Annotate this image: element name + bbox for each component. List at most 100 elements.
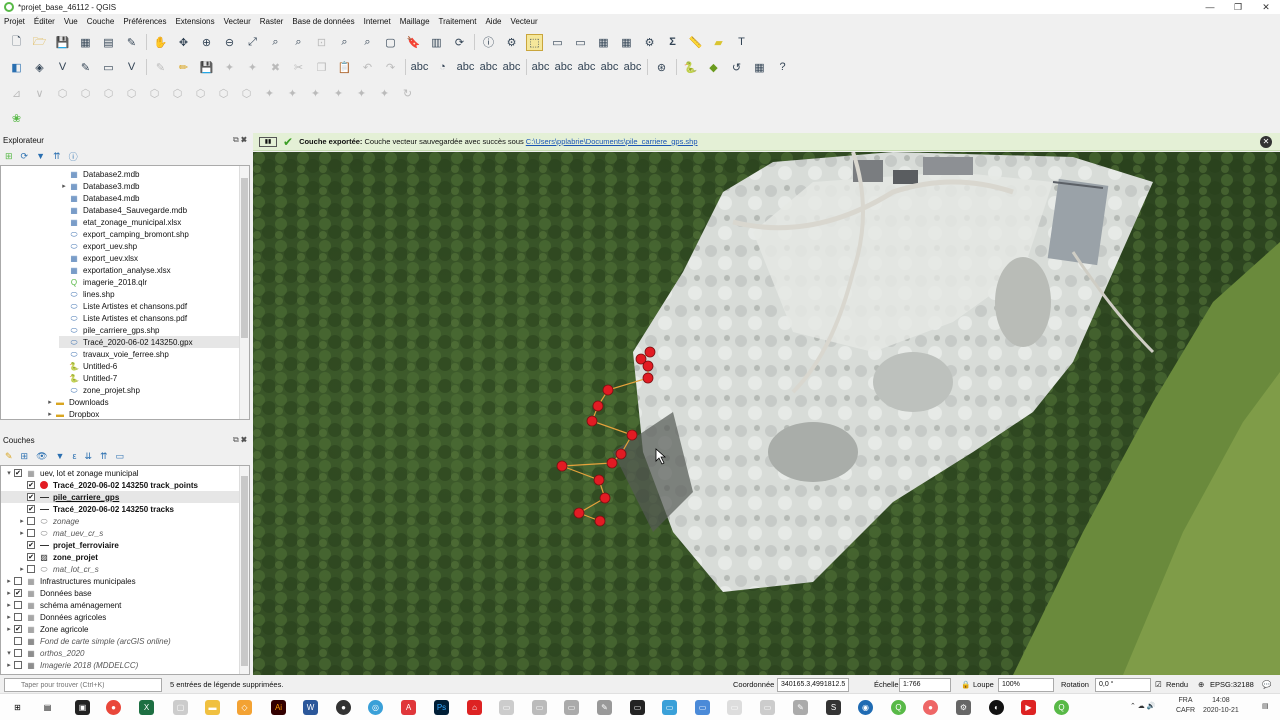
menu-vue[interactable]: Vue xyxy=(64,17,78,26)
label-icon[interactable]: abc xyxy=(411,59,429,76)
track-point[interactable] xyxy=(573,507,585,519)
taskbar-app-4-icon[interactable]: ▢ xyxy=(173,700,188,715)
new-shapefile-icon[interactable]: V xyxy=(54,59,71,76)
layer-visibility-checkbox[interactable] xyxy=(27,529,35,537)
zoom-next-icon[interactable]: ⌕ xyxy=(359,34,376,51)
run-action-icon[interactable]: ⚙ xyxy=(503,34,520,51)
taskbar-app-25-icon[interactable]: ◉ xyxy=(858,700,873,715)
style-layer-icon[interactable]: ✎ xyxy=(5,451,13,462)
digitize-icon-15[interactable]: ✦ xyxy=(330,85,347,102)
filter-browser-icon[interactable]: ▼ xyxy=(36,151,45,161)
digitize-icon-7[interactable]: ⬡ xyxy=(146,85,163,102)
layer-visibility-checkbox[interactable] xyxy=(27,565,35,573)
statistics-icon[interactable]: Σ xyxy=(664,34,681,51)
notification-icon[interactable]: ▤ xyxy=(1262,702,1269,712)
expand-arrow-icon[interactable]: ▸ xyxy=(4,601,14,609)
message-link[interactable]: C:\Users\pplabrie\Documents\pile_carrier… xyxy=(526,137,698,146)
digitize-icon-17[interactable]: ✦ xyxy=(376,85,393,102)
close-window-button[interactable]: ✕ xyxy=(1252,0,1280,14)
layout-manager-icon[interactable]: ▤ xyxy=(100,34,117,51)
redo-icon[interactable]: ↷ xyxy=(382,59,399,76)
menu-editer[interactable]: Éditer xyxy=(34,17,55,26)
task-view-icon[interactable]: ▤ xyxy=(40,700,55,715)
digitize-icon-10[interactable]: ⬡ xyxy=(215,85,232,102)
browser-item[interactable]: ▸ ▦ Database3.mdb xyxy=(59,180,249,192)
render-checkbox[interactable]: ☑ xyxy=(1155,680,1162,689)
label-option2-icon[interactable]: abc xyxy=(624,59,642,76)
tray-icons[interactable]: ⌃ ☁ 🔊 xyxy=(1130,702,1155,712)
track-point[interactable] xyxy=(606,457,618,469)
expand-arrow-icon[interactable]: ▸ xyxy=(17,565,27,573)
layer-item[interactable]: ▾ ✔ ▦ uev, lot et zonage municipal xyxy=(1,467,249,479)
menu-raster[interactable]: Raster xyxy=(260,17,284,26)
expand-arrow-icon[interactable]: ▸ xyxy=(4,625,14,633)
menu-base-de-donnees[interactable]: Base de données xyxy=(292,17,354,26)
keyboard-language[interactable]: FRA CAFR xyxy=(1176,696,1195,716)
new-map-view-icon[interactable]: ▢ xyxy=(382,34,399,51)
menu-preferences[interactable]: Préférences xyxy=(123,17,166,26)
browser-item[interactable]: ⬭ travaux_voie_ferree.shp xyxy=(59,348,249,360)
new-layout-icon[interactable]: ▦ xyxy=(77,34,94,51)
taskbar-app-6-icon[interactable]: ◇ xyxy=(237,700,252,715)
layer-visibility-checkbox[interactable] xyxy=(14,613,22,621)
diagram-icon[interactable]: ◔ xyxy=(434,59,451,76)
browser-item[interactable]: ▦ exportation_analyse.xlsx xyxy=(59,264,249,276)
track-point[interactable] xyxy=(602,384,614,396)
layer-visibility-checkbox[interactable] xyxy=(14,601,22,609)
layer-visibility-checkbox[interactable]: ✔ xyxy=(27,553,35,561)
metasearch-icon[interactable]: ▦ xyxy=(751,59,768,76)
select-features-icon[interactable]: ⬚ xyxy=(526,33,543,51)
taskbar-app-21-icon[interactable]: ▭ xyxy=(727,700,742,715)
save-project-icon[interactable]: 💾 xyxy=(54,34,71,51)
pan-to-selection-icon[interactable]: ✥ xyxy=(175,34,192,51)
collapse-all-layers-icon[interactable]: ⇈ xyxy=(100,451,108,462)
track-point[interactable] xyxy=(599,492,611,504)
digitize-icon-18[interactable]: ↻ xyxy=(399,85,416,102)
gps-icon[interactable]: ⊛ xyxy=(653,59,670,76)
data-source-manager-icon[interactable]: ◧ xyxy=(8,59,25,76)
field-calculator-icon[interactable]: ▦ xyxy=(618,34,635,51)
layer-visibility-checkbox[interactable]: ✔ xyxy=(14,589,22,597)
pin-label-icon[interactable]: abc xyxy=(457,59,475,76)
excel-icon[interactable]: X xyxy=(139,700,154,715)
layer-visibility-checkbox[interactable]: ✔ xyxy=(14,469,22,477)
layer-item[interactable]: ▸ ⬭ mat_uev_cr_s xyxy=(1,527,249,539)
browser-item[interactable]: ▦ Database4.mdb xyxy=(59,192,249,204)
track-point[interactable] xyxy=(642,372,654,384)
digitize-icon-8[interactable]: ⬡ xyxy=(169,85,186,102)
layer-visibility-checkbox[interactable]: ✔ xyxy=(27,505,35,513)
zoom-in-icon[interactable]: ⊕ xyxy=(198,34,215,51)
browser-tree[interactable]: ▦ Database2.mdb ▸ ▦ Database3.mdb ▦ Database4.… xyxy=(0,165,250,420)
track-point[interactable] xyxy=(592,400,604,412)
layer-visibility-checkbox[interactable] xyxy=(14,577,22,585)
taskbar-app-14-icon[interactable]: ▭ xyxy=(499,700,514,715)
layers-panel-buttons[interactable]: ⧉ ✖ xyxy=(233,435,247,445)
rotate-label-icon[interactable]: abc xyxy=(555,59,573,76)
digitize-icon-2[interactable]: ∨ xyxy=(31,85,48,102)
layer-item[interactable]: ▸ ⬭ zonage xyxy=(1,515,249,527)
file-explorer-icon[interactable]: ▬ xyxy=(205,700,220,715)
messages-icon[interactable]: 💬 xyxy=(1262,680,1271,689)
expand-arrow-icon[interactable]: ▸ xyxy=(17,517,27,525)
expand-arrow-icon[interactable]: ▸ xyxy=(17,529,27,537)
taskbar-app-16-icon[interactable]: ▭ xyxy=(564,700,579,715)
layer-item[interactable]: ▸ ▦ schéma aménagement xyxy=(1,599,249,611)
zoom-out-icon[interactable]: ⊖ xyxy=(221,34,238,51)
digitize-icon-9[interactable]: ⬡ xyxy=(192,85,209,102)
menu-couche[interactable]: Couche xyxy=(87,17,115,26)
expand-arrow-icon[interactable]: ▸ xyxy=(59,182,69,190)
identify-icon[interactable]: ⓘ xyxy=(480,34,497,51)
zoom-full-icon[interactable]: ⤢ xyxy=(244,34,261,51)
taskbar-app-30-icon[interactable]: ▶ xyxy=(1021,700,1036,715)
clock[interactable]: 14:08 2020-10-21 xyxy=(1203,696,1239,716)
bookmark-icon[interactable]: 🔖 xyxy=(405,34,422,51)
digitize-icon-3[interactable]: ⬡ xyxy=(54,85,71,102)
pan-icon[interactable]: ✋ xyxy=(152,34,169,51)
track-point[interactable] xyxy=(626,429,638,441)
browser-item[interactable]: ⬭ export_uev.shp xyxy=(59,240,249,252)
taskbar-app-1-icon[interactable]: ▣ xyxy=(75,700,90,715)
expand-arrow-icon[interactable]: ▸ xyxy=(4,577,14,585)
browser-item[interactable]: ⬭ Liste Artistes et chansons.pdf xyxy=(59,312,249,324)
layer-item[interactable]: ▸ ▦ Imagerie 2018 (MDDELCC) xyxy=(1,659,249,671)
help-icon[interactable]: ? xyxy=(774,59,791,76)
